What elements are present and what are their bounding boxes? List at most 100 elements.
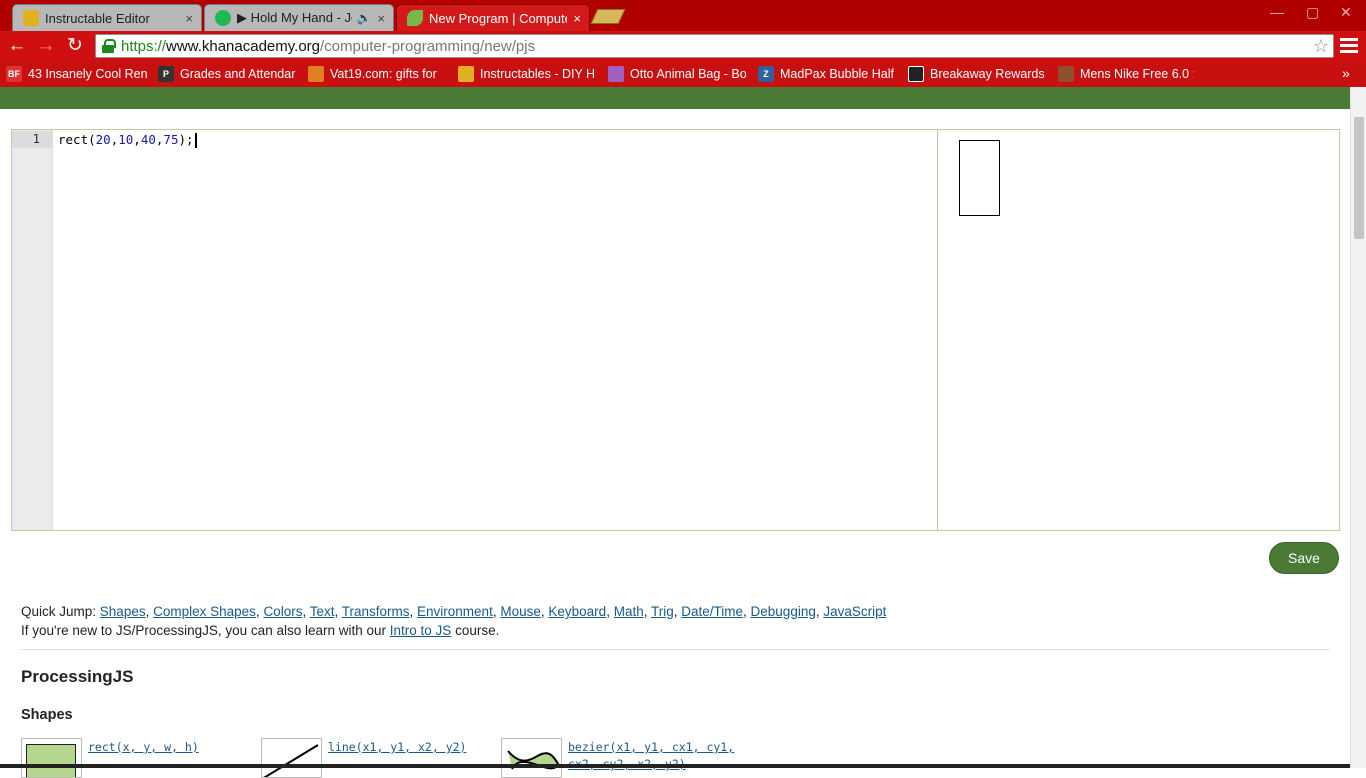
bezier-signature-line1: bezier(x1, y1, cx1, cy1, [568,740,735,754]
line-thumbnail[interactable] [261,738,322,778]
forward-button[interactable]: → [35,35,57,57]
tab-instructable-editor[interactable]: Instructable Editor × [12,4,202,31]
bookmark-item[interactable]: Mens Nike Free 6.0 : [1058,66,1194,82]
bookmark-label: Grades and Attendar [180,67,296,81]
scrollbar-thumb[interactable] [1354,117,1364,239]
quick-jump-link[interactable]: Environment [417,604,493,619]
bookmark-item[interactable]: P Grades and Attendar [158,66,296,82]
reference-item-bezier[interactable]: bezier(x1, y1, cx1, cy1, cx2, cy2, x2, y… [501,738,734,778]
quick-jump-link[interactable]: Date/Time [681,604,743,619]
quick-jump-link[interactable]: Debugging [751,604,816,619]
bookmark-label: MadPax Bubble Half [780,67,894,81]
quick-jump-link[interactable]: Math [614,604,644,619]
powerschool-icon: P [158,66,174,82]
processingjs-heading: ProcessingJS [21,667,134,686]
reference-item-rect[interactable]: rect(x, y, w, h) [21,738,199,778]
code-editor[interactable]: 1 rect(20,10,40,75); [11,129,938,531]
browser-toolbar: ← → ↻ https://www.khanacademy.org/comput… [0,31,1366,61]
rendered-rectangle [959,140,1000,216]
address-bar[interactable]: https://www.khanacademy.org/computer-pro… [95,34,1334,58]
speaker-icon: 🔊 [356,11,372,25]
instructables-robot-icon [23,10,39,26]
intro-text: If you're new to JS/ProcessingJS, you ca… [21,623,387,638]
tab-strip: Instructable Editor × ▶ Hold My Hand - J… [0,0,1366,31]
new-tab-button[interactable] [590,9,626,24]
tab-close-icon[interactable]: × [377,11,385,26]
tab-title: Instructable Editor [45,10,150,26]
code-arg: 20 [95,132,111,147]
taskbar-edge [0,764,1350,768]
chrome-menu-icon[interactable] [1340,38,1358,54]
bookmarks-overflow-button[interactable]: » [1342,65,1350,81]
quick-jump-label: Quick Jump: [21,604,97,619]
breakaway-icon [908,66,924,82]
bookmark-label: Instructables - DIY H [480,67,596,81]
reference-item-line[interactable]: line(x1, y1, x2, y2) [261,738,466,778]
tab-new-program[interactable]: New Program | Compute × [396,4,590,31]
site-header-bar [0,87,1350,109]
bookmark-star-icon[interactable]: ☆ [1313,36,1329,57]
intro-text-end: course. [455,623,500,638]
line-number: 1 [32,131,40,146]
url-host: www.khanacademy.org [166,37,320,55]
reload-button[interactable]: ↻ [64,35,86,57]
bookmark-item[interactable]: Breakaway Rewards [908,66,1048,82]
code-comma: , [133,132,141,147]
bookmark-item[interactable]: Z MadPax Bubble Half [758,66,896,82]
buzzfeed-icon: BF [6,66,22,82]
bookmark-item[interactable]: Otto Animal Bag - Bo [608,66,746,82]
intro-to-js-link[interactable]: Intro to JS [390,623,452,638]
tab-title: New Program | Compute [429,10,568,26]
line-signature-link[interactable]: line(x1, y1, x2, y2) [328,739,466,778]
page-scrollbar[interactable] [1350,87,1366,768]
quick-jump-link[interactable]: Trig [651,604,674,619]
bookmarks-bar: BF 43 Insanely Cool Ren P Grades and Att… [0,61,1366,87]
instructables-robot-icon [458,66,474,82]
tab-hold-my-hand[interactable]: ▶ Hold My Hand - Je 🔊 × [204,4,394,31]
quick-jump-line: Quick Jump: Shapes, Complex Shapes, Colo… [21,604,887,619]
tab-close-icon[interactable]: × [185,11,193,26]
section-divider [21,649,1330,650]
bezier-signature-link[interactable]: bezier(x1, y1, cx1, cy1, cx2, cy2, x2, y… [568,739,734,778]
tab-title: ▶ Hold My Hand - Je [237,10,353,25]
bezier-thumbnail[interactable] [501,738,562,778]
bookmark-item[interactable]: BF 43 Insanely Cool Ren [6,66,148,82]
back-button[interactable]: ← [6,35,28,57]
quick-jump-link[interactable]: Text [310,604,335,619]
code-line[interactable]: rect(20,10,40,75); [58,132,197,148]
text-cursor [194,133,197,148]
vat19-icon [308,66,324,82]
quick-jump-link[interactable]: Mouse [500,604,541,619]
rect-thumbnail[interactable] [21,738,82,778]
quick-jump-link[interactable]: Complex Shapes [153,604,256,619]
code-arg: 75 [163,132,179,147]
otto-bag-icon [608,66,624,82]
khan-leaf-icon [407,10,423,26]
quick-jump-link[interactable]: Keyboard [548,604,606,619]
shapes-heading: Shapes [21,707,73,723]
output-canvas[interactable] [937,129,1340,531]
quick-jump-link[interactable]: JavaScript [823,604,886,619]
bookmark-label: Mens Nike Free 6.0 : [1080,67,1194,81]
tab-close-icon[interactable]: × [573,11,581,26]
quick-jump-section: Quick Jump: Shapes, Complex Shapes, Colo… [21,602,886,640]
save-button[interactable]: Save [1269,542,1339,574]
window-close-button[interactable]: ✕ [1340,4,1352,21]
code-arg: 40 [140,132,156,147]
bookmark-item[interactable]: Instructables - DIY H [458,66,596,82]
url-path: /computer-programming/new/pjs [320,37,536,55]
url-scheme: https:// [121,37,167,55]
bookmark-item[interactable]: Vat19.com: gifts for [308,66,446,82]
minimize-button[interactable]: — [1270,4,1284,20]
quick-jump-link[interactable]: Transforms [342,604,410,619]
rect-signature-link[interactable]: rect(x, y, w, h) [88,739,199,778]
bookmark-label: Breakaway Rewards [930,67,1045,81]
code-end: ); [178,132,194,147]
quick-jump-link[interactable]: Colors [263,604,302,619]
nike-shoe-icon [1058,66,1074,82]
lock-icon [102,39,116,53]
quick-jump-link[interactable]: Shapes [100,604,146,619]
maximize-button[interactable]: ▢ [1306,4,1319,21]
bookmark-label: Vat19.com: gifts for [330,67,437,81]
bookmark-label: 43 Insanely Cool Ren [28,67,148,81]
